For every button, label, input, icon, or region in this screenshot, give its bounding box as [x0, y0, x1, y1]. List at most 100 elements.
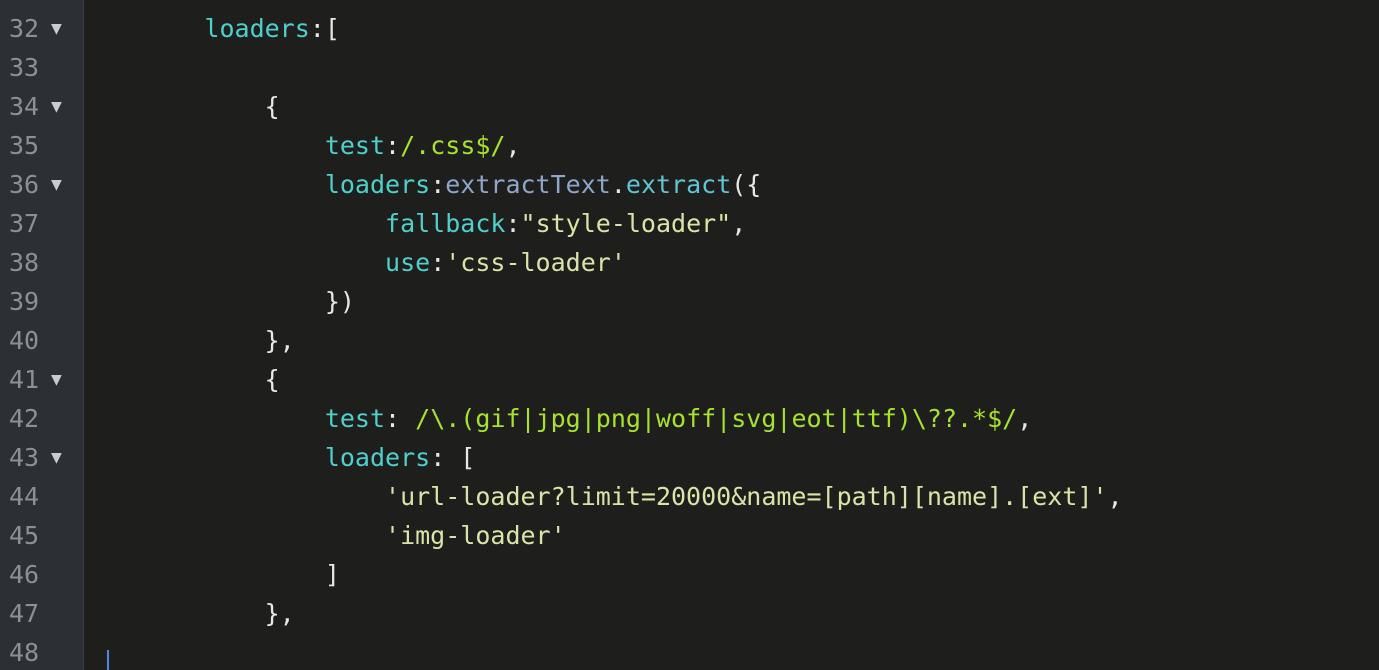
line-number: 43 [9, 443, 40, 472]
code-line[interactable]: { [84, 87, 1379, 126]
code-token: : [430, 170, 446, 199]
line-number: 34 [9, 92, 40, 121]
line-number: 48 [9, 638, 40, 667]
code-token: extract [625, 170, 732, 199]
code-line[interactable]: fallback:"style-loader", [84, 204, 1379, 243]
line-number-gutter: 31 32 ▼ 33 34 ▼ 35 36 ▼ 37 38 39 40 41 ▼ 42 43 ▼ 44 45 46 47 4… [0, 0, 84, 670]
code-token: , [505, 131, 521, 160]
code-lines[interactable]: loaders:[ { test:/.css$/, loaders:extrac… [84, 0, 1379, 670]
code-token: }, [264, 326, 295, 355]
code-line[interactable]: loaders: [ [84, 438, 1379, 477]
gutter-line: 42 [0, 399, 83, 438]
code-token: ({ [731, 170, 762, 199]
code-line[interactable]: loaders:[ [84, 9, 1379, 48]
line-number: 47 [9, 599, 40, 628]
line-number: 37 [9, 209, 40, 238]
fold-toggle-icon[interactable]: ▼ [51, 87, 62, 126]
gutter-line: 36 ▼ [0, 165, 83, 204]
code-line[interactable]: }) [84, 282, 1379, 321]
line-number: 35 [9, 131, 40, 160]
fold-toggle-icon[interactable]: ▼ [51, 9, 62, 48]
code-line[interactable]: { [84, 360, 1379, 399]
gutter-line: 38 [0, 243, 83, 282]
fold-toggle-icon[interactable]: ▼ [51, 360, 62, 399]
code-line[interactable]: test: /\.(gif|jpg|png|woff|svg|eot|ttf)\… [84, 399, 1379, 438]
code-token: extractText [445, 170, 611, 199]
code-token: fallback [385, 209, 506, 238]
gutter-line: 40 [0, 321, 83, 360]
code-line[interactable] [84, 48, 1379, 87]
gutter-line: 34 ▼ [0, 87, 83, 126]
code-line[interactable]: test:/.css$/, [84, 126, 1379, 165]
code-line[interactable]: 'img-loader' [84, 516, 1379, 555]
code-token: /.css$/ [400, 131, 506, 160]
code-token: , [1107, 482, 1123, 511]
code-line[interactable]: loaders:extractText.extract({ [84, 165, 1379, 204]
code-token: loaders [324, 170, 431, 199]
code-token: ] [324, 560, 340, 589]
line-number: 39 [9, 287, 40, 316]
code-token: : [430, 248, 446, 277]
code-area[interactable]: loaders:[ { test:/.css$/, loaders:extrac… [84, 0, 1379, 670]
fold-toggle-icon[interactable]: ▼ [51, 438, 62, 477]
code-line[interactable]: }, [84, 594, 1379, 633]
text-cursor [107, 650, 109, 670]
gutter-line: 47 [0, 594, 83, 633]
line-number: 41 [9, 365, 40, 394]
line-number: 38 [9, 248, 40, 277]
code-token: :[ [309, 14, 340, 43]
code-token: . [610, 170, 626, 199]
code-line[interactable]: use:'css-loader' [84, 243, 1379, 282]
code-line[interactable] [84, 0, 1379, 9]
code-token: : [505, 209, 521, 238]
code-token: "style-loader" [520, 209, 732, 238]
gutter-line: 37 [0, 204, 83, 243]
fold-toggle-icon[interactable]: ▼ [51, 165, 62, 204]
code-line[interactable] [84, 633, 1379, 670]
code-editor[interactable]: 31 32 ▼ 33 34 ▼ 35 36 ▼ 37 38 39 40 41 ▼ 42 43 ▼ 44 45 46 47 4… [0, 0, 1379, 670]
code-line[interactable]: ] [84, 555, 1379, 594]
line-number: 45 [9, 521, 40, 550]
code-token: : [385, 131, 401, 160]
code-line[interactable]: }, [84, 321, 1379, 360]
code-token: { [264, 365, 280, 394]
code-token: }) [324, 287, 355, 316]
gutter-line: 41 ▼ [0, 360, 83, 399]
gutter-line: 46 [0, 555, 83, 594]
line-number: 31 [9, 0, 39, 9]
code-token: test [324, 404, 386, 433]
code-token: , [731, 209, 747, 238]
code-token: use [385, 248, 431, 277]
gutter-lines: 31 32 ▼ 33 34 ▼ 35 36 ▼ 37 38 39 40 41 ▼ 42 43 ▼ 44 45 46 47 4… [0, 0, 83, 670]
gutter-line: 31 [0, 0, 83, 9]
gutter-line: 32 ▼ [0, 9, 83, 48]
gutter-line: 33 [0, 48, 83, 87]
gutter-line: 45 [0, 516, 83, 555]
code-token: 'css-loader' [445, 248, 626, 277]
code-line[interactable]: 'url-loader?limit=20000&name=[path][name… [84, 477, 1379, 516]
code-token: loaders [204, 14, 310, 43]
line-number: 32 [9, 14, 40, 43]
code-token: : [ [430, 443, 476, 472]
code-token: }, [264, 599, 295, 628]
code-token: , [1017, 404, 1033, 433]
gutter-line: 44 [0, 477, 83, 516]
line-number: 46 [9, 560, 40, 589]
code-token: : [385, 404, 416, 433]
code-token: test [324, 131, 386, 160]
code-token: 'url-loader?limit=20000&name=[path][name… [385, 482, 1108, 511]
